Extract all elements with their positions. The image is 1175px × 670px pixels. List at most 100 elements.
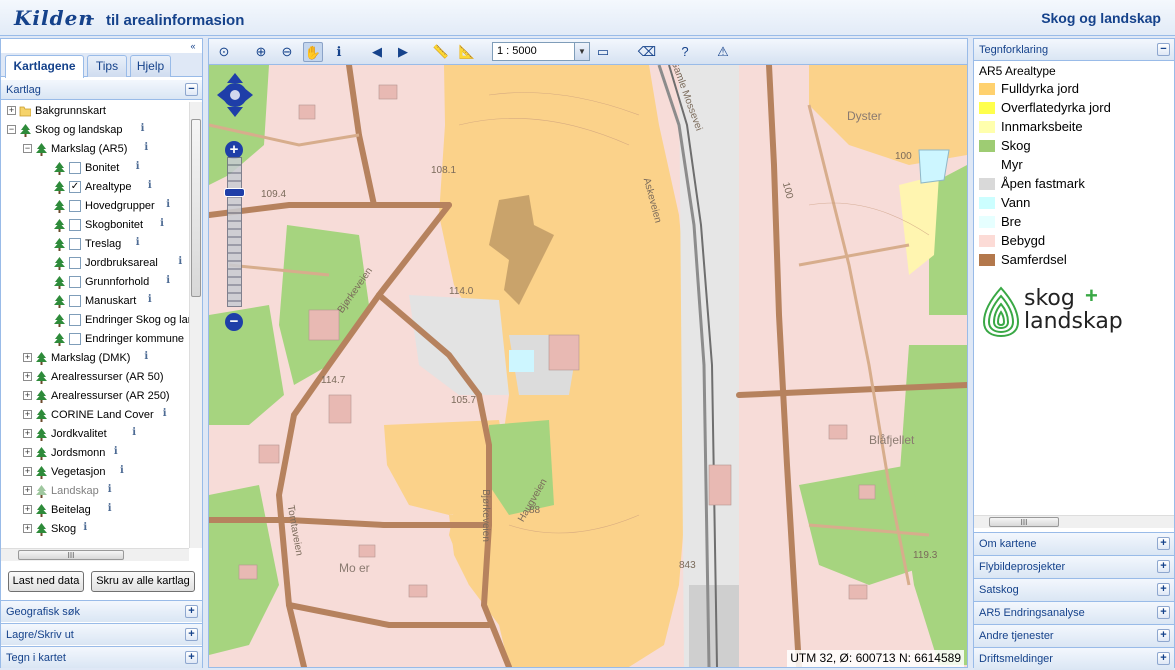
layer-checkbox[interactable] — [69, 162, 81, 174]
info-icon[interactable]: i — [178, 256, 182, 267]
zoom-out-icon[interactable]: ⊖ — [277, 42, 297, 62]
info-icon[interactable]: i — [144, 351, 148, 362]
tree-vertical-scroll-thumb[interactable] — [191, 119, 201, 297]
tree-icon — [54, 257, 65, 270]
help-icon[interactable]: ? — [675, 42, 695, 62]
pan-hand-icon[interactable]: ✋ — [303, 42, 323, 62]
accordion-lagre-skriv-ut[interactable]: Lagre/Skriv ut + — [1, 623, 202, 645]
accordion-tegn-i-kartet[interactable]: Tegn i kartet + — [1, 646, 202, 668]
collapse-icon[interactable]: − — [23, 144, 32, 153]
turn-off-all-layers-button[interactable]: Skru av alle kartlag — [91, 571, 195, 592]
legend-scroll-thumb[interactable]: III — [989, 517, 1059, 527]
forward-arrow-icon[interactable]: ▶ — [393, 42, 413, 62]
tree-vertical-scrollbar[interactable] — [189, 102, 202, 548]
info-icon[interactable]: i — [141, 123, 145, 134]
rectangle-select-icon[interactable]: ▭ — [593, 42, 613, 62]
info-icon[interactable]: i — [144, 142, 148, 153]
double-chevron-left-icon[interactable]: « — [187, 40, 199, 52]
expand-icon[interactable]: + — [23, 372, 32, 381]
expand-button[interactable]: + — [1157, 560, 1170, 573]
tree-horizontal-scrollbar[interactable]: III — [1, 548, 189, 561]
info-icon[interactable]: i — [136, 237, 140, 248]
info-icon[interactable]: i — [166, 275, 170, 286]
eraser-icon[interactable]: ⌫ — [637, 42, 657, 62]
info-icon[interactable]: i — [108, 484, 112, 495]
zoom-slider-handle[interactable] — [224, 188, 245, 197]
accordion-andre-tjenester[interactable]: Andre tjenester + — [974, 624, 1174, 647]
layer-checkbox[interactable] — [69, 295, 81, 307]
legend-header[interactable]: Tegnforklaring − — [974, 39, 1174, 61]
info-icon[interactable]: i — [163, 408, 167, 419]
expand-icon[interactable]: + — [23, 524, 32, 533]
layer-checkbox[interactable] — [69, 314, 81, 326]
expand-icon[interactable]: + — [23, 467, 32, 476]
zoom-in-icon[interactable]: ⊕ — [251, 42, 271, 62]
layer-checkbox[interactable] — [69, 200, 81, 212]
tree-icon — [54, 314, 65, 327]
layer-checkbox[interactable] — [69, 238, 81, 250]
info-icon[interactable]: ℹ — [329, 42, 349, 62]
expand-button[interactable]: + — [185, 651, 198, 664]
download-data-button[interactable]: Last ned data — [8, 571, 84, 592]
expand-button[interactable]: + — [1157, 629, 1170, 642]
back-arrow-icon[interactable]: ◀ — [367, 42, 387, 62]
expand-button[interactable]: + — [1157, 583, 1170, 596]
expand-icon[interactable]: + — [7, 106, 16, 115]
chevron-down-icon[interactable]: ▼ — [574, 43, 589, 60]
accordion-flybildeprosjekter[interactable]: Flybildeprosjekter + — [974, 555, 1174, 578]
info-icon[interactable]: i — [83, 522, 87, 533]
layer-checkbox[interactable] — [69, 257, 81, 269]
info-icon[interactable]: i — [136, 161, 140, 172]
collapse-icon[interactable]: − — [7, 125, 16, 134]
expand-button[interactable]: + — [1157, 652, 1170, 665]
accordion-ar5-endringsanalyse[interactable]: AR5 Endringsanalyse + — [974, 601, 1174, 624]
map-label-number: 843 — [679, 560, 696, 571]
expand-button[interactable]: + — [1157, 606, 1170, 619]
accordion-satskog[interactable]: Satskog + — [974, 578, 1174, 601]
expand-icon[interactable]: + — [23, 353, 32, 362]
info-icon[interactable]: i — [108, 503, 112, 514]
measure-line-icon[interactable]: 📏 — [431, 42, 451, 62]
info-icon[interactable]: i — [132, 427, 136, 438]
expand-button[interactable]: + — [185, 628, 198, 641]
info-icon[interactable]: i — [148, 180, 152, 191]
tree-item-label: Treslag — [85, 238, 122, 250]
layer-checkbox[interactable] — [69, 276, 81, 288]
zoom-out-button[interactable]: − — [225, 313, 243, 331]
layer-checkbox[interactable] — [69, 333, 81, 345]
expand-icon[interactable]: + — [23, 429, 32, 438]
map-canvas[interactable]: 109.4 108.1 114.0 114.7 105.7 100 119.3 … — [209, 65, 967, 667]
layer-checkbox[interactable]: ✓ — [69, 181, 81, 193]
info-icon[interactable]: i — [160, 218, 164, 229]
info-icon[interactable]: i — [148, 294, 152, 305]
expand-icon[interactable]: + — [23, 505, 32, 514]
expand-icon[interactable]: + — [23, 448, 32, 457]
collapse-legend-button[interactable]: − — [1157, 43, 1170, 56]
legend-horizontal-scrollbar[interactable]: III — [974, 515, 1174, 528]
expand-icon[interactable]: + — [23, 410, 32, 419]
accordion-geografisk-sok[interactable]: Geografisk søk + — [1, 600, 202, 622]
tab-kartlagene[interactable]: Kartlagene — [5, 55, 84, 78]
layer-checkbox[interactable] — [69, 219, 81, 231]
tab-hjelp[interactable]: Hjelp — [130, 55, 171, 77]
warning-icon[interactable]: ⚠ — [713, 42, 733, 62]
expand-icon[interactable]: + — [23, 391, 32, 400]
tab-tips[interactable]: Tips — [87, 55, 127, 77]
info-icon[interactable]: i — [166, 199, 170, 210]
info-icon[interactable]: i — [120, 465, 124, 476]
expand-button[interactable]: + — [1157, 537, 1170, 550]
pan-arrows-icon[interactable] — [217, 73, 253, 117]
accordion-om-kartene[interactable]: Om kartene + — [974, 532, 1174, 555]
zoom-slider-track[interactable] — [227, 157, 242, 307]
zoom-extent-icon[interactable]: ⊙ — [214, 42, 234, 62]
accordion-driftsmeldinger[interactable]: Driftsmeldinger + — [974, 647, 1174, 670]
app-logo[interactable]: Kilden — [14, 6, 94, 30]
expand-button[interactable]: + — [185, 605, 198, 618]
tree-horizontal-scroll-thumb[interactable]: III — [18, 550, 124, 560]
kartlag-header[interactable]: Kartlag − — [1, 80, 202, 100]
collapse-kartlag-button[interactable]: − — [185, 83, 198, 96]
scale-select[interactable]: 1 : 5000 ▼ — [492, 42, 590, 61]
measure-area-icon[interactable]: 📐 — [457, 42, 477, 62]
expand-icon[interactable]: + — [23, 486, 32, 495]
info-icon[interactable]: i — [114, 446, 118, 457]
